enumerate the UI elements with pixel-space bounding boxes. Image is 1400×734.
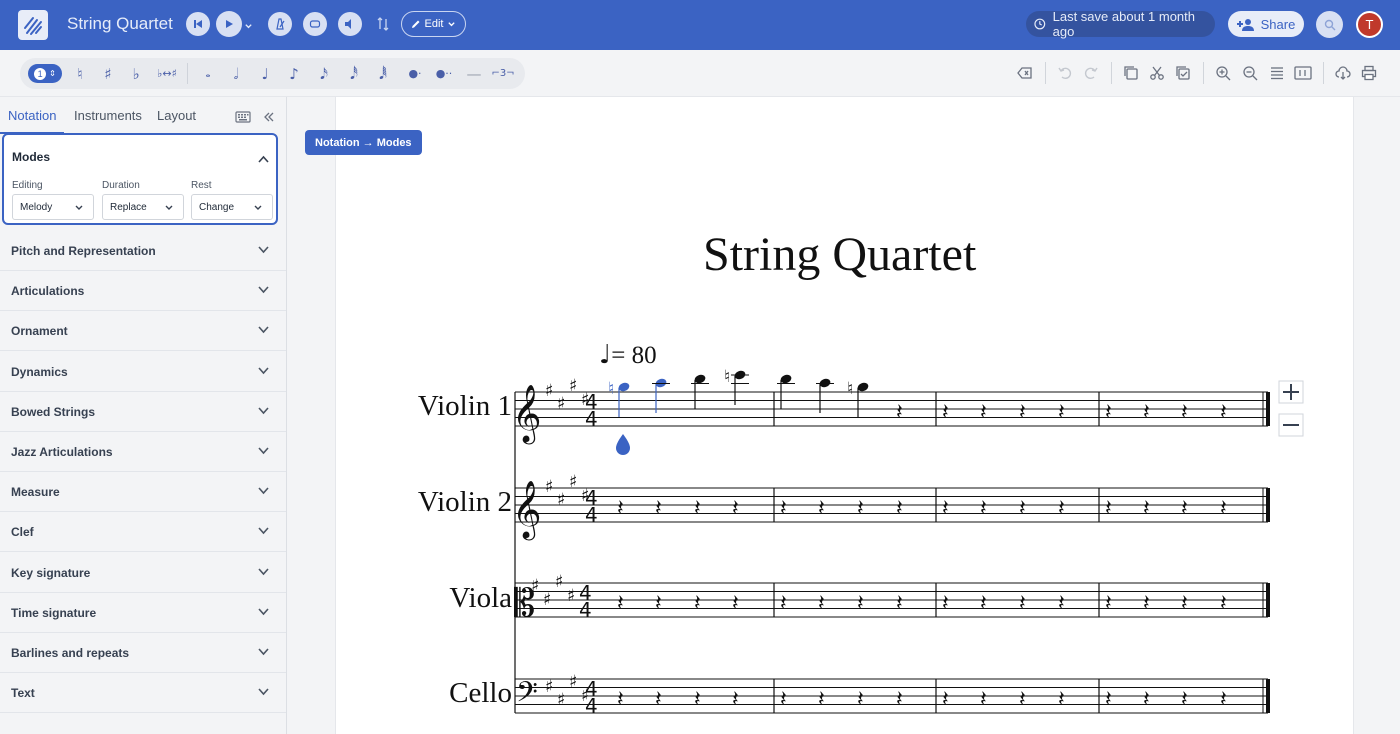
quarter-rest-icon: 𝄽 <box>1019 687 1026 712</box>
quarter-rest-icon: 𝄽 <box>1181 496 1188 521</box>
quarter-rest-icon: 𝄽 <box>1220 687 1227 712</box>
quarter-rest-icon: 𝄽 <box>780 687 787 712</box>
quarter-rest-icon: 𝄽 <box>1019 496 1026 521</box>
quarter-rest-icon: 𝄽 <box>1220 400 1227 425</box>
quarter-rest-icon: 𝄽 <box>896 687 903 712</box>
final-barline-thick <box>1266 679 1270 713</box>
quarter-rest-icon: 𝄽 <box>1220 591 1227 616</box>
quarter-rest-icon: 𝄽 <box>1058 591 1065 616</box>
final-barline-thick <box>1266 392 1270 426</box>
quarter-rest-icon: 𝄽 <box>732 687 739 712</box>
quarter-rest-icon: 𝄽 <box>857 591 864 616</box>
quarter-rest-icon: 𝄽 <box>617 687 624 712</box>
quarter-rest-icon: 𝄽 <box>896 496 903 521</box>
quarter-rest-icon: 𝄽 <box>1220 496 1227 521</box>
quarter-rest-icon: 𝄽 <box>1143 591 1150 616</box>
score-notation[interactable]: 𝄞 ♯♯♯♯44 𝄽 𝄽 𝄽 𝄽 𝄽 𝄽 𝄽 𝄽 𝄽𝄞 ♯♯♯♯44 𝄽 𝄽 𝄽 𝄽 𝄽 𝄽 𝄽 𝄽 𝄽 𝄽 𝄽 𝄽 𝄽 𝄽 𝄽 𝄽𝄡… <box>0 0 1400 734</box>
quarter-rest-icon: 𝄽 <box>942 687 949 712</box>
key-signature-sharp-icon: ♯ <box>557 690 565 710</box>
quarter-rest-icon: 𝄽 <box>1058 400 1065 425</box>
quarter-rest-icon: 𝄽 <box>780 591 787 616</box>
quarter-rest-icon: 𝄽 <box>694 496 701 521</box>
natural-accidental-icon: ♮ <box>724 367 730 387</box>
quarter-rest-icon: 𝄽 <box>980 496 987 521</box>
quarter-rest-icon: 𝄽 <box>980 400 987 425</box>
quarter-rest-icon: 𝄽 <box>732 591 739 616</box>
time-signature-denominator: 4 <box>579 598 592 622</box>
key-signature-sharp-icon: ♯ <box>569 376 577 396</box>
quarter-rest-icon: 𝄽 <box>942 591 949 616</box>
quarter-rest-icon: 𝄽 <box>1058 496 1065 521</box>
quarter-rest-icon: 𝄽 <box>780 496 787 521</box>
quarter-rest-icon: 𝄽 <box>1143 400 1150 425</box>
quarter-rest-icon: 𝄽 <box>1143 496 1150 521</box>
treble-clef-icon: 𝄞 <box>512 480 542 541</box>
quarter-rest-icon: 𝄽 <box>1181 687 1188 712</box>
quarter-rest-icon: 𝄽 <box>1181 400 1188 425</box>
quarter-rest-icon: 𝄽 <box>1105 687 1112 712</box>
quarter-rest-icon: 𝄽 <box>1105 400 1112 425</box>
time-signature-denominator: 4 <box>585 407 598 431</box>
key-signature-sharp-icon: ♯ <box>557 490 565 510</box>
key-signature-sharp-icon: ♯ <box>545 677 553 697</box>
key-signature-sharp-icon: ♯ <box>557 394 565 414</box>
natural-accidental-icon: ♮ <box>847 379 853 399</box>
note-drag-handle <box>616 434 630 455</box>
quarter-rest-icon: 𝄽 <box>655 496 662 521</box>
key-signature-sharp-icon: ♯ <box>555 572 563 592</box>
quarter-rest-icon: 𝄽 <box>694 687 701 712</box>
quarter-rest-icon: 𝄽 <box>617 591 624 616</box>
key-signature-sharp-icon: ♯ <box>545 381 553 401</box>
quarter-rest-icon: 𝄽 <box>1019 591 1026 616</box>
final-barline-thick <box>1266 488 1270 522</box>
quarter-rest-icon: 𝄽 <box>1105 591 1112 616</box>
quarter-rest-icon: 𝄽 <box>818 687 825 712</box>
quarter-rest-icon: 𝄽 <box>655 687 662 712</box>
quarter-rest-icon: 𝄽 <box>617 496 624 521</box>
quarter-rest-icon: 𝄽 <box>857 496 864 521</box>
quarter-rest-icon: 𝄽 <box>980 591 987 616</box>
final-barline-thick <box>1266 583 1270 617</box>
quarter-rest-icon: 𝄽 <box>896 400 903 425</box>
quarter-rest-icon: 𝄽 <box>980 687 987 712</box>
key-signature-sharp-icon: ♯ <box>545 477 553 497</box>
quarter-rest-icon: 𝄽 <box>818 591 825 616</box>
quarter-rest-icon: 𝄽 <box>942 400 949 425</box>
natural-accidental-icon: ♮ <box>608 379 614 399</box>
time-signature-denominator: 4 <box>585 503 598 527</box>
treble-clef-icon: 𝄞 <box>512 384 542 445</box>
quarter-rest-icon: 𝄽 <box>1105 496 1112 521</box>
quarter-rest-icon: 𝄽 <box>818 496 825 521</box>
bass-clef-icon: 𝄢 <box>516 676 538 716</box>
quarter-rest-icon: 𝄽 <box>1058 687 1065 712</box>
key-signature-sharp-icon: ♯ <box>567 586 575 606</box>
quarter-rest-icon: 𝄽 <box>942 496 949 521</box>
quarter-rest-icon: 𝄽 <box>732 496 739 521</box>
quarter-rest-icon: 𝄽 <box>655 591 662 616</box>
quarter-rest-icon: 𝄽 <box>857 687 864 712</box>
key-signature-sharp-icon: ♯ <box>531 576 539 596</box>
key-signature-sharp-icon: ♯ <box>569 472 577 492</box>
quarter-rest-icon: 𝄽 <box>1181 591 1188 616</box>
quarter-rest-icon: 𝄽 <box>694 591 701 616</box>
key-signature-sharp-icon: ♯ <box>569 672 577 692</box>
quarter-rest-icon: 𝄽 <box>1143 687 1150 712</box>
quarter-rest-icon: 𝄽 <box>896 591 903 616</box>
key-signature-sharp-icon: ♯ <box>543 590 551 610</box>
quarter-rest-icon: 𝄽 <box>1019 400 1026 425</box>
time-signature-denominator: 4 <box>585 694 598 718</box>
